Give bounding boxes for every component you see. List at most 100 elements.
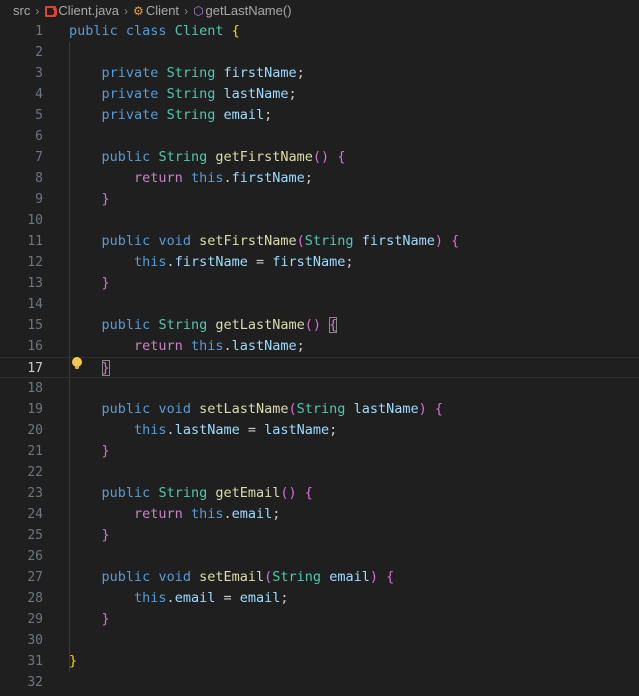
breadcrumb-class-label: Client [145,3,180,18]
chevron-right-icon: › [124,3,129,18]
code-text: } [69,653,78,669]
line-number: 27 [27,570,43,585]
code-text: public class Client { [69,23,240,39]
code-line[interactable]: 15 public String getLastName() { [0,315,639,336]
code-line[interactable]: 26 [0,546,639,567]
code-text: public void setEmail(String email) { [101,569,395,585]
code-line[interactable]: 29 } [0,609,639,630]
class-icon: ⚙ [133,4,144,18]
code-line[interactable]: 22 [0,462,639,483]
breadcrumb-file[interactable]: Client.java [44,3,119,18]
code-line[interactable]: 32 [0,672,639,693]
line-number: 12 [27,255,43,270]
code-line[interactable]: 11 public void setFirstName(String first… [0,231,639,252]
code-text: private String firstName; [101,65,305,81]
code-line[interactable]: 5 private String email; [0,105,639,126]
code-line[interactable]: 28 this.email = email; [0,588,639,609]
method-cube-icon: ⬡ [193,4,204,18]
line-number: 11 [27,234,43,249]
code-text: return this.email; [134,506,281,522]
code-text: private String lastName; [101,86,297,102]
code-text: public String getFirstName() { [101,149,346,165]
line-number: 25 [27,528,43,543]
breadcrumb-file-label: Client.java [58,3,120,18]
code-line[interactable]: 25 } [0,525,639,546]
line-number: 9 [35,192,43,207]
breadcrumb: src › Client.java › ⚙ Client › ⬡ getLastNa… [0,0,639,21]
line-number: 6 [35,129,43,144]
code-text: private String email; [101,107,273,123]
line-number: 28 [27,591,43,606]
line-number: 14 [27,297,43,312]
code-line[interactable]: 24 return this.email; [0,504,639,525]
code-line[interactable]: 10 [0,210,639,231]
code-line[interactable]: 21 } [0,441,639,462]
line-number: 19 [27,402,43,417]
line-number: 32 [27,675,43,690]
breadcrumb-src[interactable]: src [13,3,30,18]
code-line[interactable]: 1 public class Client { [0,21,639,42]
code-line[interactable]: 13 } [0,273,639,294]
code-text: this.email = email; [134,590,289,606]
line-number: 24 [27,507,43,522]
line-number: 20 [27,423,43,438]
code-line[interactable]: 6 [0,126,639,147]
code-text: public void setLastName(String lastName)… [101,401,444,417]
line-number: 8 [35,171,43,186]
code-line[interactable]: 9 } [0,189,639,210]
java-file-icon [44,4,58,17]
line-number: 2 [35,45,43,60]
breadcrumb-class[interactable]: ⚙ Client [133,3,179,18]
code-text: return this.lastName; [134,338,305,354]
code-line[interactable]: 27 public void setEmail(String email) { [0,567,639,588]
code-line[interactable]: 12 this.firstName = firstName; [0,252,639,273]
code-line[interactable]: 3 private String firstName; [0,63,639,84]
code-text: } [101,611,110,627]
code-line[interactable]: 16 return this.lastName; [0,336,639,357]
code-line[interactable]: 23 public String getEmail() { [0,483,639,504]
line-number: 29 [27,612,43,627]
code-line[interactable]: 4 private String lastName; [0,84,639,105]
line-number: 1 [35,24,43,39]
code-editor[interactable]: 1 public class Client { 2 3 private Strin… [0,21,639,696]
code-text: } [101,191,110,207]
chevron-right-icon: › [35,3,40,18]
code-text: public void setFirstName(String firstNam… [101,233,460,249]
chevron-right-icon: › [184,3,189,18]
breadcrumb-method-label: getLastName() [205,3,292,18]
code-text: this.firstName = firstName; [134,254,354,270]
line-number: 7 [35,150,43,165]
code-line[interactable]: 30 [0,630,639,651]
code-text: } [101,275,110,291]
line-number: 5 [35,108,43,123]
code-line[interactable]: 14 [0,294,639,315]
line-number: 26 [27,549,43,564]
line-number: 31 [27,654,43,669]
line-number: 23 [27,486,43,501]
code-text: public String getLastName() { [101,317,338,333]
code-line[interactable]: 2 [0,42,639,63]
line-number: 16 [27,339,43,354]
code-line-current[interactable]: 17 } [0,357,639,378]
code-line[interactable]: 7 public String getFirstName() { [0,147,639,168]
line-number: 22 [27,465,43,480]
line-number: 18 [27,381,43,396]
line-number: 4 [35,87,43,102]
code-line[interactable]: 19 public void setLastName(String lastNa… [0,399,639,420]
lightbulb-icon[interactable] [72,357,82,370]
code-text: } [101,443,110,459]
code-text: } [101,527,110,543]
code-line[interactable]: 18 [0,378,639,399]
line-number: 13 [27,276,43,291]
line-number: 10 [27,213,43,228]
code-line[interactable]: 20 this.lastName = lastName; [0,420,639,441]
code-line[interactable]: 8 return this.firstName; [0,168,639,189]
line-number: 30 [27,633,43,648]
code-text: return this.firstName; [134,170,313,186]
line-number: 15 [27,318,43,333]
line-number: 3 [35,66,43,81]
breadcrumb-method[interactable]: ⬡ getLastName() [193,3,291,18]
code-text: public String getEmail() { [101,485,313,501]
code-line[interactable]: 31} [0,651,639,672]
line-number: 21 [27,444,43,459]
